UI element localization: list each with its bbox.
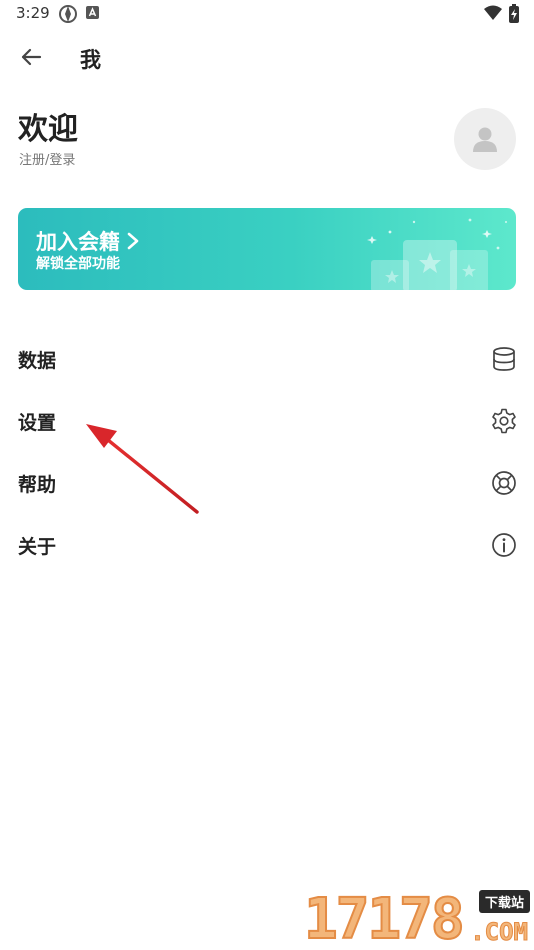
- status-bar: 3:29: [0, 0, 534, 28]
- menu-item-help[interactable]: 帮助: [0, 452, 534, 514]
- settings-menu: 数据 设置 帮助 关于: [0, 328, 534, 576]
- menu-item-label: 帮助: [18, 474, 57, 496]
- membership-banner-subtitle: 解锁全部功能: [36, 256, 120, 272]
- arrow-left-icon: [21, 48, 42, 66]
- status-time: 3:29: [16, 4, 50, 22]
- membership-title-text: 加入会籍: [36, 230, 120, 254]
- app-notification-icon: [86, 6, 99, 19]
- menu-item-data[interactable]: 数据: [0, 328, 534, 390]
- lifebuoy-icon: [492, 471, 516, 495]
- user-icon: [473, 127, 497, 152]
- membership-banner[interactable]: 加入会籍 解锁全部功能: [18, 208, 516, 290]
- welcome-heading: 欢迎: [18, 112, 78, 147]
- page-title: 我: [80, 48, 101, 72]
- menu-item-label: 设置: [18, 412, 57, 434]
- watermark-tag: 下载站: [478, 890, 530, 913]
- database-icon: [493, 347, 515, 371]
- membership-banner-title: 加入会籍: [36, 226, 141, 256]
- info-icon: [492, 533, 516, 557]
- menu-item-about[interactable]: 关于: [0, 514, 534, 576]
- podium-stars-icon: [367, 218, 508, 290]
- chevron-right-icon: [127, 232, 139, 250]
- menu-item-settings[interactable]: 设置: [0, 390, 534, 452]
- site-watermark: 17178 下载站 .COM: [302, 888, 532, 950]
- register-login-link[interactable]: 注册/登录: [19, 149, 75, 168]
- battery-icon: [509, 4, 519, 23]
- back-button[interactable]: [16, 42, 46, 72]
- gear-icon: [492, 408, 516, 434]
- menu-item-label: 数据: [18, 350, 57, 372]
- watermark-domain: .COM: [470, 918, 529, 947]
- wifi-icon: [484, 5, 502, 20]
- avatar[interactable]: [454, 108, 516, 170]
- app-bar: 我: [0, 36, 534, 80]
- sync-notification-icon: [59, 5, 77, 23]
- watermark-digits: 17178: [303, 887, 466, 950]
- menu-item-label: 关于: [18, 536, 57, 558]
